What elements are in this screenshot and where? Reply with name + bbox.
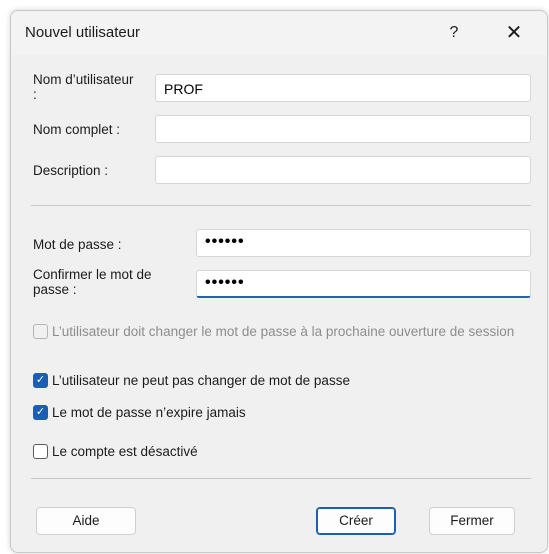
new-user-dialog: Nouvel utilisateur ? ✕ Nom d’utilisateur… xyxy=(10,10,548,553)
fullname-input[interactable] xyxy=(155,115,531,143)
help-button[interactable]: Aide xyxy=(36,507,136,535)
password-label: Mot de passe : xyxy=(33,237,122,252)
separator-top xyxy=(31,205,531,206)
description-input[interactable] xyxy=(155,156,531,184)
cannot-change-checkbox[interactable]: ✓ xyxy=(33,373,48,388)
cannot-change-password-option[interactable]: ✓ L’utilisateur ne peut pas changer de m… xyxy=(33,372,350,389)
must-change-label: L’utilisateur doit changer le mot de pas… xyxy=(52,324,515,339)
username-label: Nom d’utilisateur : xyxy=(33,72,134,102)
separator-bottom xyxy=(31,478,531,479)
must-change-checkbox[interactable] xyxy=(33,324,48,339)
never-expires-checkbox[interactable]: ✓ xyxy=(33,405,48,420)
close-button[interactable]: Fermer xyxy=(429,507,515,535)
description-label: Description : xyxy=(33,163,109,178)
fullname-label: Nom complet : xyxy=(33,122,121,137)
never-expires-option[interactable]: ✓ Le mot de passe n’expire jamais xyxy=(33,404,246,421)
cannot-change-label: L’utilisateur ne peut pas changer de mot… xyxy=(52,373,350,388)
username-input[interactable]: PROF xyxy=(155,74,531,102)
create-button[interactable]: Créer xyxy=(316,507,396,535)
account-disabled-checkbox[interactable] xyxy=(33,444,48,459)
close-icon[interactable]: ✕ xyxy=(491,15,537,51)
confirm-password-label: Confirmer le mot de passe : xyxy=(33,267,152,297)
never-expires-label: Le mot de passe n’expire jamais xyxy=(52,405,246,420)
checkmark-icon: ✓ xyxy=(35,374,46,386)
password-input[interactable]: •••••• xyxy=(196,229,531,257)
help-title-button[interactable]: ? xyxy=(431,15,477,51)
account-disabled-option[interactable]: Le compte est désactivé xyxy=(33,443,198,460)
account-disabled-label: Le compte est désactivé xyxy=(52,444,198,459)
title-bar: Nouvel utilisateur ? ✕ xyxy=(11,11,547,55)
confirm-password-input[interactable]: •••••• xyxy=(196,270,531,298)
dialog-title: Nouvel utilisateur xyxy=(25,24,141,41)
checkmark-icon: ✓ xyxy=(35,406,46,418)
must-change-password-option[interactable]: L’utilisateur doit changer le mot de pas… xyxy=(33,323,523,340)
